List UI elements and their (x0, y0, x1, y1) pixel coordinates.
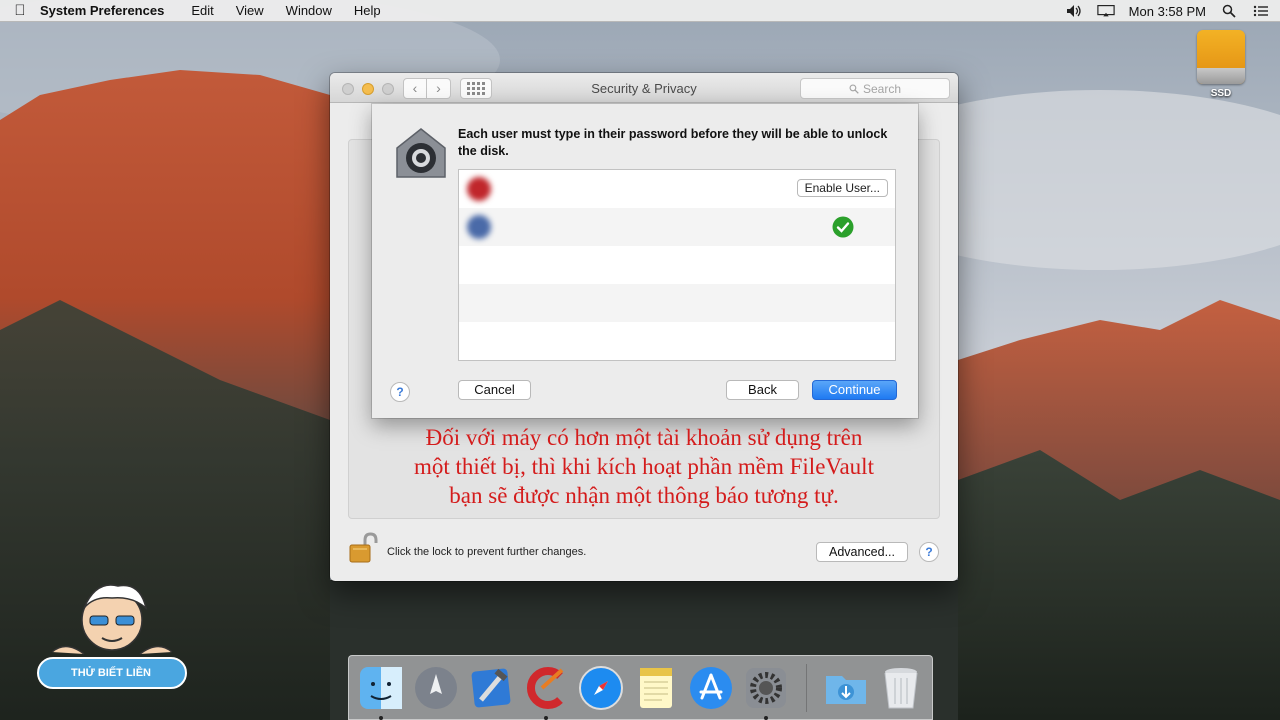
system-preferences-icon[interactable] (742, 664, 790, 712)
lock-open-icon[interactable] (348, 532, 378, 564)
dock (348, 655, 933, 720)
safari-icon[interactable] (577, 664, 625, 712)
ssd-drive-icon[interactable]: SSD (1194, 30, 1248, 99)
list-empty-row (459, 246, 895, 284)
notification-center-icon[interactable] (1252, 4, 1270, 18)
ssd-label: SSD (1210, 88, 1232, 99)
menu-bar:  System Preferences Edit View Window He… (0, 0, 1280, 22)
security-privacy-window: ‹ › Security & Privacy Search Each user … (330, 73, 958, 581)
menu-window[interactable]: Window (286, 3, 332, 18)
list-empty-row (459, 322, 895, 360)
enable-user-button[interactable]: Enable User... (796, 179, 888, 197)
cancel-button[interactable]: Cancel (458, 380, 531, 400)
app-store-icon[interactable] (687, 664, 735, 712)
ccleaner-icon[interactable] (522, 664, 570, 712)
apple-menu-icon[interactable]:  (0, 2, 40, 19)
running-indicator (764, 716, 768, 720)
menu-edit[interactable]: Edit (191, 3, 213, 18)
user-list: Enable User... (458, 169, 896, 361)
user-row[interactable]: Enable User... (459, 170, 895, 208)
checkmark-enabled-icon (832, 216, 854, 238)
menu-view[interactable]: View (236, 3, 264, 18)
advanced-button[interactable]: Advanced... (816, 542, 908, 562)
downloads-folder-icon[interactable] (822, 664, 870, 712)
continue-button[interactable]: Continue (812, 380, 897, 400)
caption-line: Đối với máy có hơn một tài khoản sử dụng… (425, 425, 863, 450)
search-icon (849, 84, 859, 94)
running-indicator (379, 716, 383, 720)
video-caption: Đối với máy có hơn một tài khoản sử dụng… (348, 423, 940, 510)
caption-line: một thiết bị, thì khi kích hoạt phần mềm… (414, 454, 874, 479)
window-help-button[interactable]: ? (919, 542, 939, 562)
window-titlebar[interactable]: ‹ › Security & Privacy Search (330, 73, 958, 103)
running-indicator (544, 716, 548, 720)
user-avatar (467, 215, 491, 239)
filevault-house-icon (396, 128, 446, 178)
dock-separator (806, 664, 807, 712)
lock-message: Click the lock to prevent further change… (387, 546, 587, 558)
volume-icon[interactable] (1065, 4, 1083, 18)
xcode-icon[interactable] (467, 664, 515, 712)
enable-users-sheet: Each user must type in their password be… (372, 104, 918, 418)
launchpad-icon[interactable] (412, 664, 460, 712)
finder-icon[interactable] (357, 664, 405, 712)
caption-line: bạn sẽ được nhận một thông báo tương tự. (449, 483, 839, 508)
watermark-label: THỬ BIẾT LIỀN (70, 667, 151, 679)
search-placeholder: Search (862, 81, 902, 96)
search-input[interactable]: Search (800, 78, 950, 99)
list-empty-row (459, 284, 895, 322)
menu-help[interactable]: Help (354, 3, 381, 18)
drive-icon (1197, 30, 1245, 84)
menu-app-name[interactable]: System Preferences (40, 3, 164, 18)
menubar-clock[interactable]: Mon 3:58 PM (1129, 4, 1206, 19)
spotlight-search-icon[interactable] (1220, 4, 1238, 18)
trash-icon[interactable] (877, 664, 925, 712)
notes-icon[interactable] (632, 664, 680, 712)
user-avatar (467, 177, 491, 201)
back-button[interactable]: Back (726, 380, 799, 400)
user-row[interactable] (459, 208, 895, 246)
sheet-help-button[interactable]: ? (390, 382, 410, 402)
airplay-display-icon[interactable] (1096, 4, 1115, 18)
sheet-message: Each user must type in their password be… (458, 127, 888, 158)
